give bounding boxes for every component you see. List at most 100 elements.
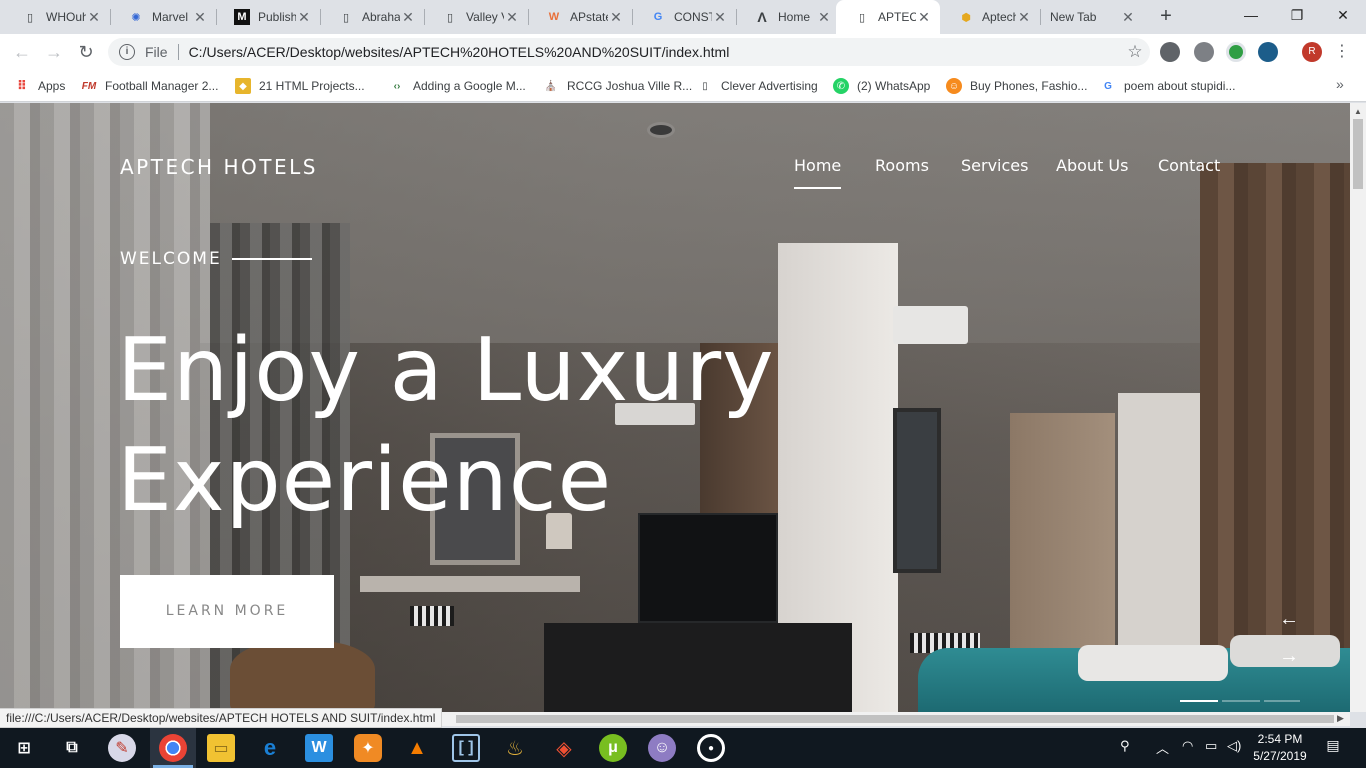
bookmark-label: Clever Advertising: [721, 79, 818, 93]
page-icon: ▯: [342, 11, 350, 24]
tab-new-tab[interactable]: New Tab ✕: [1040, 0, 1144, 34]
people-icon[interactable]: ⚲: [1120, 738, 1130, 754]
file-explorer-icon[interactable]: ▭: [207, 734, 235, 762]
whatsapp-icon: ✆: [833, 78, 849, 94]
close-icon[interactable]: ✕: [1120, 9, 1136, 26]
site-logo[interactable]: APTECH HOTELS: [120, 155, 318, 179]
tab-aptech-active[interactable]: ▯ APTECH ✕: [836, 0, 940, 34]
aladdin-lamp-icon[interactable]: ♨: [501, 734, 529, 762]
menu-icon[interactable]: ⋮: [1334, 40, 1350, 64]
close-icon[interactable]: ✕: [296, 9, 312, 26]
back-icon[interactable]: ←: [10, 40, 34, 64]
bookmark-whatsapp[interactable]: ✆ (2) WhatsApp: [833, 76, 930, 96]
horizontal-scroll-thumb[interactable]: [456, 715, 1334, 723]
paint-icon[interactable]: ✎: [108, 734, 136, 762]
bookmark-google-maps[interactable]: ‹› Adding a Google M...: [389, 76, 526, 96]
bookmark-label: (2) WhatsApp: [857, 79, 931, 93]
github-desktop-icon[interactable]: ☺: [648, 734, 676, 762]
bookmark-poem[interactable]: G poem about stupidi...: [1100, 76, 1235, 96]
close-icon[interactable]: ✕: [608, 9, 624, 26]
minimize-button[interactable]: —: [1228, 0, 1274, 30]
tab-apstate[interactable]: W APstate ✕: [528, 0, 632, 34]
close-icon[interactable]: ✕: [192, 9, 208, 26]
close-icon[interactable]: ✕: [504, 9, 520, 26]
close-icon[interactable]: ✕: [916, 9, 932, 26]
maximize-button[interactable]: ❐: [1274, 0, 1320, 30]
slider-prev-arrow-icon[interactable]: ←: [1276, 606, 1302, 632]
nav-services[interactable]: Services: [961, 156, 1028, 175]
bookmark-html-projects[interactable]: ◆ 21 HTML Projects...: [235, 76, 365, 96]
scroll-up-icon[interactable]: ▲: [1354, 107, 1362, 116]
tab-marvel[interactable]: ✺ Marvel ✕: [110, 0, 216, 34]
browser-tabstrip: ▯ WHOuh ✕ ✺ Marvel ✕ M Publish ✕ ▯ Abrah…: [0, 0, 1366, 34]
extension-globe-icon[interactable]: [1226, 42, 1246, 62]
bookmark-apps[interactable]: ⠿ Apps: [14, 76, 65, 96]
slide-indicator[interactable]: [1222, 700, 1260, 702]
extension-icon[interactable]: [1160, 42, 1180, 62]
bookmark-football-manager[interactable]: FM Football Manager 2...: [81, 76, 219, 96]
profile-avatar[interactable]: R: [1302, 42, 1322, 62]
vertical-scroll-thumb[interactable]: [1353, 119, 1363, 189]
tab-label: Abraha: [362, 10, 400, 24]
tab-publish[interactable]: M Publish ✕: [216, 0, 320, 34]
wps-writer-icon[interactable]: W: [305, 734, 333, 762]
slider-next-arrow-icon[interactable]: →: [1276, 643, 1302, 669]
scroll-right-icon[interactable]: ▶: [1337, 713, 1344, 724]
bookmark-star-icon[interactable]: ☆: [1120, 42, 1150, 62]
vlc-icon[interactable]: ▲: [403, 734, 431, 762]
slide-indicator-active[interactable]: [1180, 700, 1218, 702]
close-icon[interactable]: ✕: [712, 9, 728, 26]
tab-aptech[interactable]: ⬢ Aptech ✕: [940, 0, 1040, 34]
nav-home[interactable]: Home: [794, 156, 842, 189]
brackets-icon[interactable]: [ ]: [452, 734, 480, 762]
volume-icon[interactable]: ◁): [1227, 738, 1241, 754]
bookmark-clever-advertising[interactable]: ▯ Clever Advertising: [697, 76, 818, 96]
start-icon[interactable]: ⊞: [10, 734, 38, 762]
tab-label: APstate: [570, 10, 608, 24]
bookmark-label: Buy Phones, Fashio...: [970, 79, 1088, 93]
tab-abraha[interactable]: ▯ Abraha ✕: [320, 0, 424, 34]
forward-icon[interactable]: →: [42, 40, 66, 64]
reload-icon[interactable]: ↻: [74, 40, 98, 64]
nav-contact[interactable]: Contact: [1158, 156, 1220, 175]
bookmark-jumia[interactable]: ☺ Buy Phones, Fashio...: [946, 76, 1087, 96]
nav-about-us[interactable]: About Us: [1056, 156, 1128, 175]
git-icon[interactable]: ◈: [550, 734, 578, 762]
tab-label: Home: [778, 10, 811, 24]
task-view-icon[interactable]: ⧉: [58, 734, 86, 762]
close-icon[interactable]: ✕: [816, 9, 832, 26]
tab-whouh[interactable]: ▯ WHOuh ✕: [4, 0, 110, 34]
bookmark-rccg[interactable]: ⛪ RCCG Joshua Ville R...: [543, 76, 692, 96]
tab-home[interactable]: Λ Home ✕: [736, 0, 840, 34]
extension-icon[interactable]: [1194, 42, 1214, 62]
address-url[interactable]: C:/Users/ACER/Desktop/websites/APTECH%20…: [189, 44, 1120, 60]
nav-rooms[interactable]: Rooms: [875, 156, 929, 175]
edge-icon[interactable]: e: [256, 734, 284, 762]
tab-const[interactable]: G CONST ✕: [632, 0, 736, 34]
close-icon[interactable]: ✕: [400, 9, 416, 26]
tab-label: New Tab: [1050, 10, 1097, 24]
uc-browser-icon[interactable]: ✦: [354, 734, 382, 762]
tab-valley[interactable]: ▯ Valley V ✕: [424, 0, 528, 34]
notifications-icon[interactable]: ▤: [1322, 737, 1344, 757]
ring-icon[interactable]: ●: [697, 734, 725, 762]
slide-indicator[interactable]: [1264, 700, 1300, 702]
utorrent-icon[interactable]: μ: [599, 734, 627, 762]
close-icon[interactable]: ✕: [86, 9, 102, 26]
window-close-button[interactable]: ✕: [1320, 0, 1366, 30]
medium-icon: M: [234, 9, 250, 25]
battery-icon[interactable]: ▭: [1205, 738, 1217, 754]
info-icon[interactable]: i: [119, 44, 135, 60]
wifi-icon[interactable]: ◠: [1182, 738, 1193, 754]
address-bar[interactable]: i File C:/Users/ACER/Desktop/websites/AP…: [108, 38, 1150, 66]
close-icon[interactable]: ✕: [1016, 9, 1032, 26]
chrome-icon[interactable]: [159, 734, 187, 762]
bookmarks-more-icon[interactable]: »: [1336, 76, 1344, 92]
vertical-scrollbar[interactable]: ▲: [1350, 103, 1366, 712]
marvel-icon: ✺: [131, 11, 141, 24]
taskbar-clock[interactable]: 2:54 PM 5/27/2019: [1246, 731, 1314, 765]
learn-more-button[interactable]: LEARN MORE: [120, 575, 334, 648]
extension-icon[interactable]: [1258, 42, 1278, 62]
new-tab-button[interactable]: +: [1154, 5, 1178, 29]
tray-expand-icon[interactable]: ︿: [1156, 738, 1169, 757]
